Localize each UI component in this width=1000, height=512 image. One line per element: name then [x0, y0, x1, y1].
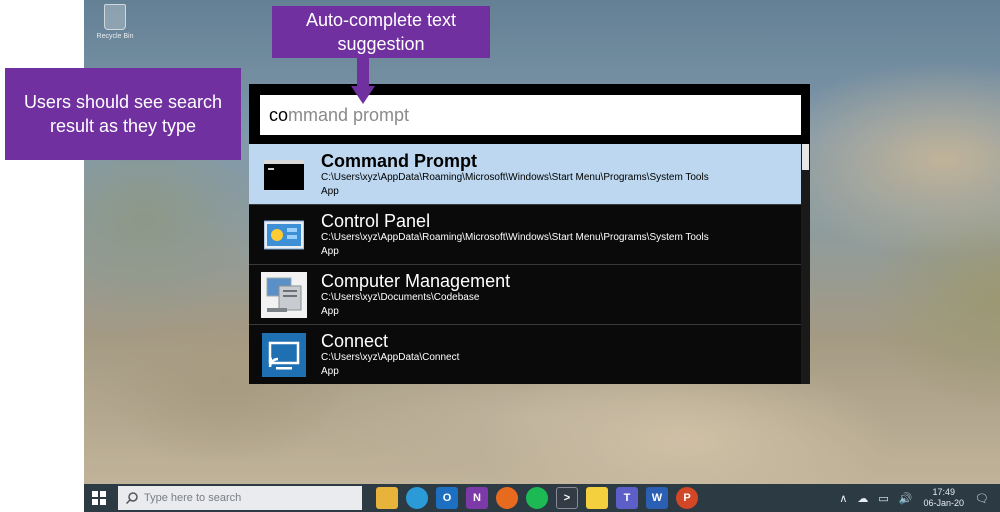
result-path: C:\Users\xyz\AppData\Connect: [321, 352, 460, 363]
file-explorer-icon[interactable]: [376, 487, 398, 509]
result-title: Command Prompt: [321, 151, 478, 171]
spotify-icon[interactable]: [526, 487, 548, 509]
search-popup: co mmand prompt Command Prompt C:\Users\x…: [249, 84, 810, 384]
search-icon: [126, 492, 138, 504]
taskbar-pinned-apps: O N > T W P: [372, 487, 702, 509]
annotation-search-as-you-type: Users should see search result as they t…: [5, 68, 241, 160]
teams-icon[interactable]: T: [616, 487, 638, 509]
system-tray: ∧ ☁ ▭ 🔊 17:49 06-Jan-20 🗨: [834, 484, 994, 512]
result-kind: App: [321, 186, 339, 197]
annotation-arrow-head: [351, 86, 375, 104]
clock-time: 17:49: [932, 487, 956, 497]
taskbar-search-placeholder: Type here to search: [144, 492, 242, 504]
result-kind: App: [321, 306, 339, 317]
result-kind: App: [321, 366, 339, 377]
start-button[interactable]: [84, 484, 114, 512]
search-results-list: Command Prompt C:\Users\xyz\AppData\Roam…: [249, 144, 801, 384]
result-title: Computer Management: [321, 271, 511, 291]
onedrive-icon[interactable]: ☁: [857, 492, 868, 505]
powerpoint-icon[interactable]: P: [676, 487, 698, 509]
result-kind: App: [321, 246, 339, 257]
computer-management-icon: [259, 270, 309, 320]
word-icon[interactable]: W: [646, 487, 668, 509]
annotation-left-text: Users should see search result as they t…: [23, 92, 223, 136]
connect-icon: [259, 330, 309, 380]
result-title: Control Panel: [321, 211, 431, 231]
result-path: C:\Users\xyz\AppData\Roaming\Microsoft\W…: [321, 232, 709, 243]
taskbar: Type here to search O N > T W P ∧ ☁ ▭ 🔊 …: [84, 484, 1000, 512]
result-item-command-prompt[interactable]: Command Prompt C:\Users\xyz\AppData\Roam…: [249, 144, 801, 204]
result-path: C:\Users\xyz\AppData\Roaming\Microsoft\W…: [321, 172, 709, 183]
clock-date: 06-Jan-20: [923, 498, 965, 508]
network-icon[interactable]: ▭: [878, 492, 888, 505]
recycle-bin-shortcut[interactable]: Recycle Bin: [92, 4, 138, 40]
annotation-autocomplete: Auto-complete text suggestion: [272, 6, 490, 58]
scrollbar-thumb[interactable]: [802, 144, 809, 170]
result-item-control-panel[interactable]: Control Panel C:\Users\xyz\AppData\Roami…: [249, 204, 801, 264]
chevron-up-icon[interactable]: ∧: [839, 492, 847, 505]
notification-icon[interactable]: 🗨: [975, 492, 989, 505]
firefox-icon[interactable]: [496, 487, 518, 509]
recycle-bin-icon: [104, 4, 126, 30]
annotation-arrow-stem: [357, 58, 369, 88]
recycle-bin-label: Recycle Bin: [96, 33, 134, 40]
search-typed-text: co: [269, 104, 289, 125]
taskbar-search-box[interactable]: Type here to search: [118, 486, 362, 510]
annotation-top-text: Auto-complete text suggestion: [305, 10, 457, 54]
sticky-notes-icon[interactable]: [586, 487, 608, 509]
windows-logo-icon: [92, 491, 106, 505]
edge-icon[interactable]: [406, 487, 428, 509]
volume-icon[interactable]: 🔊: [899, 492, 913, 505]
search-input[interactable]: co mmand prompt: [260, 95, 801, 135]
search-autocomplete-suggestion: mmand prompt: [288, 104, 410, 125]
result-item-connect[interactable]: Connect C:\Users\xyz\AppData\Connect App: [249, 324, 801, 384]
clock[interactable]: 17:49 06-Jan-20: [924, 487, 965, 509]
terminal-icon[interactable]: >: [556, 487, 578, 509]
result-title: Connect: [321, 331, 389, 351]
outlook-icon[interactable]: O: [436, 487, 458, 509]
onenote-icon[interactable]: N: [466, 487, 488, 509]
results-scrollbar[interactable]: [801, 144, 810, 384]
result-item-computer-management[interactable]: Computer Management C:\Users\xyz\Documen…: [249, 264, 801, 324]
command-prompt-icon: [259, 150, 309, 200]
result-path: C:\Users\xyz\Documents\Codebase: [321, 292, 480, 303]
control-panel-icon: [259, 210, 309, 260]
